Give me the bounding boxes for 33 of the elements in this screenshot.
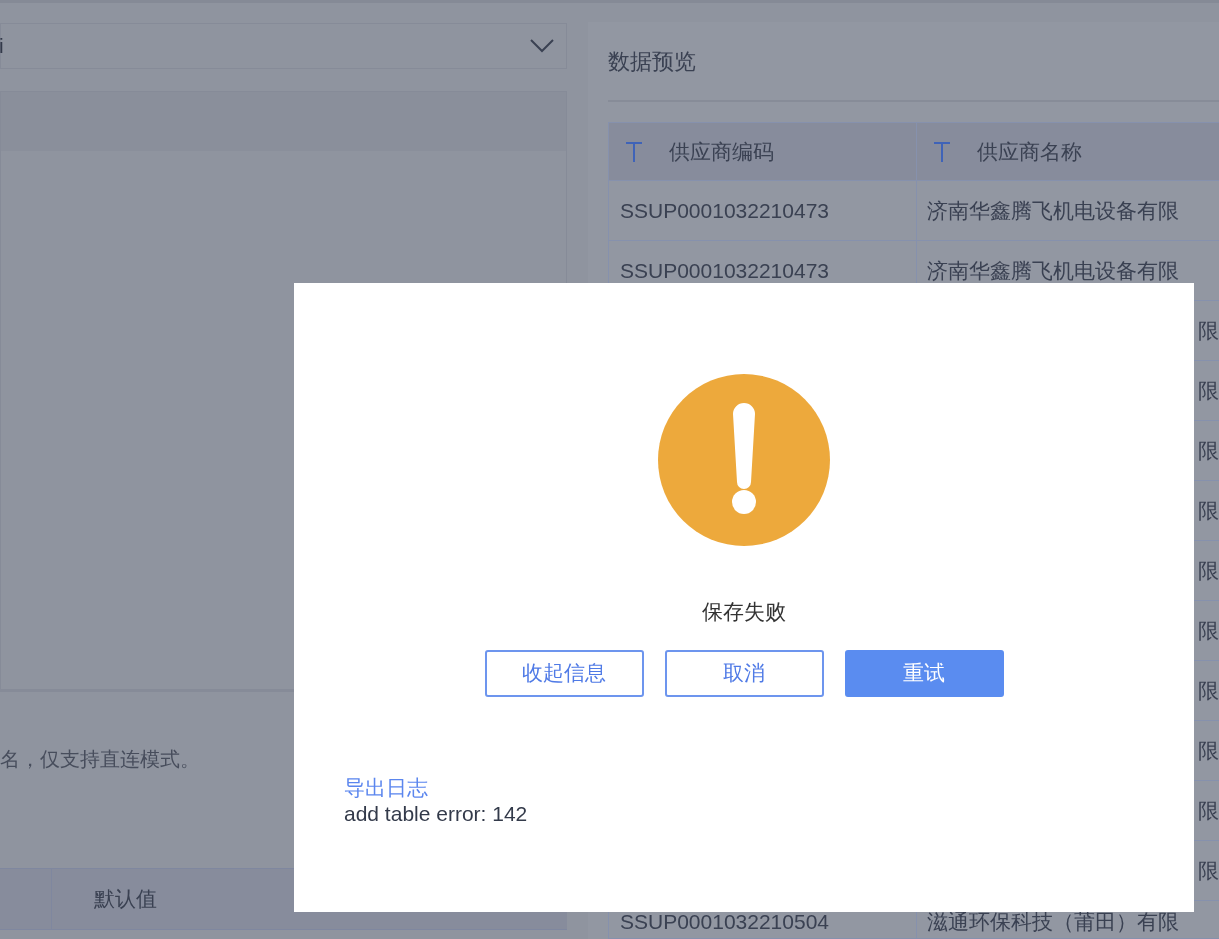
table-cell-text: 济南华鑫腾飞机电设备有限 [927,257,1179,284]
export-log-link[interactable]: 导出日志 [344,774,428,801]
dialog-button[interactable]: 重试 [844,649,1004,697]
table-cell-text: 限 [1198,797,1219,824]
preview-title: 数据预览 [608,47,696,76]
dropdown-value: i [0,33,4,60]
hint-text: 名，仅支持直连模式。 [0,748,200,770]
table-cell-text: 限 [1198,857,1219,884]
dialog-message: 保存失败 [702,599,786,625]
warning-icon [658,374,830,546]
table-cell-text: 限 [1198,497,1219,524]
error-log: add table error: 142 [344,800,528,827]
column-header: 供应商编码 [669,138,774,165]
table-cell-text: SSUP0001032210473 [620,197,829,224]
table-cell-text: SSUP0001032210504 [620,908,829,935]
column-header: 供应商名称 [977,138,1082,165]
table-cell-text: 限 [1198,557,1219,584]
table-cell-text: 限 [1198,737,1219,764]
dropdown[interactable]: i [0,23,567,69]
table-cell-text: 限 [1198,617,1219,644]
column-header: 默认值 [94,886,157,913]
table-cell-text: 限 [1198,437,1219,464]
dialog-button[interactable]: 取消 [664,649,824,697]
table-cell-text: 限 [1198,317,1219,344]
table-cell-text: 滋通环保科技（莆田）有限 [927,908,1179,935]
chevron-down-icon [530,39,554,53]
text-type-icon [933,140,951,163]
dialog-button[interactable]: 收起信息 [484,649,644,697]
table-cell-text: 限 [1198,677,1219,704]
table-cell-text: 限 [1198,377,1219,404]
table-cell-text: 济南华鑫腾飞机电设备有限 [927,197,1179,224]
table-cell-text: SSUP0001032210473 [620,257,829,284]
text-type-icon [625,140,643,163]
